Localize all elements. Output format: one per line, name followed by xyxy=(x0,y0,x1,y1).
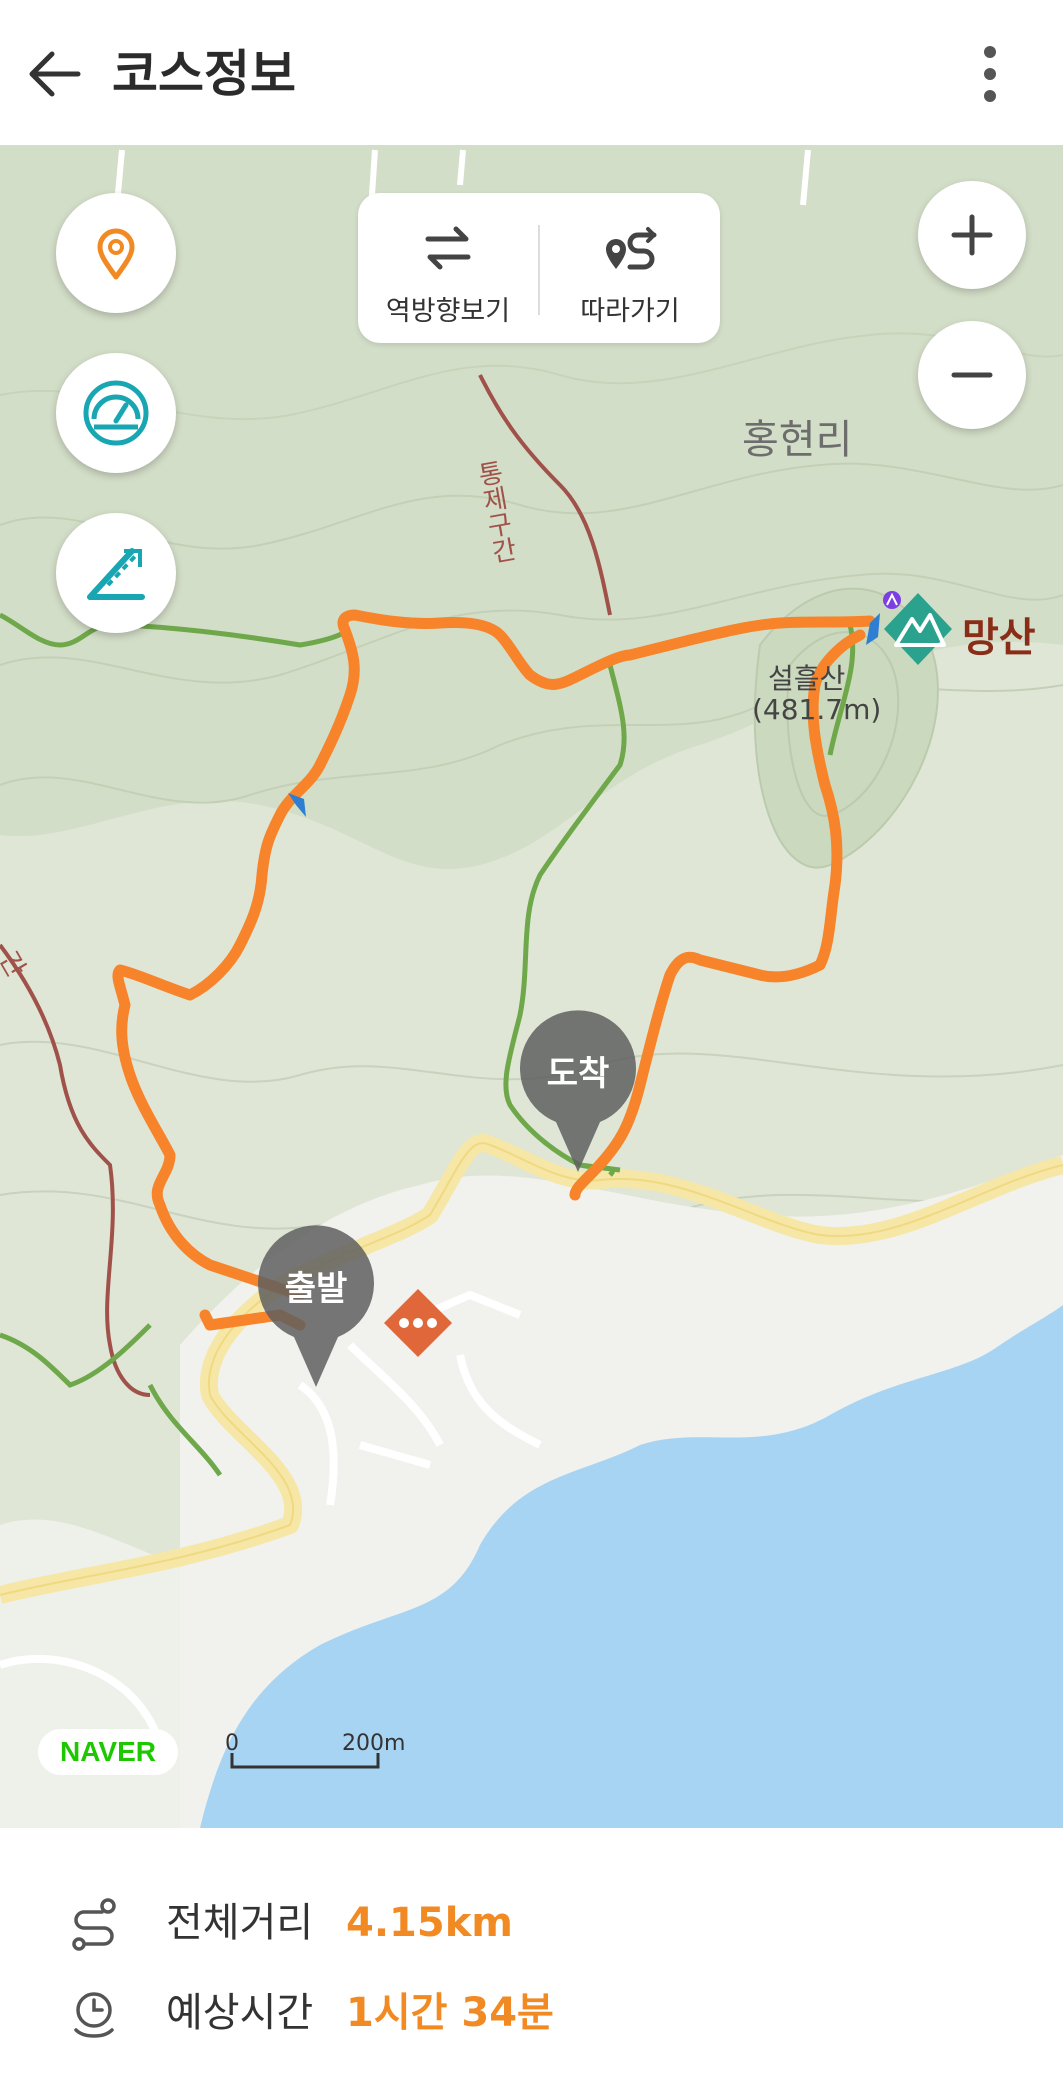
follow-route-label: 따라가기 xyxy=(580,296,680,327)
minus-icon xyxy=(951,372,993,378)
clock-icon xyxy=(74,1992,114,2038)
arrow-left-icon xyxy=(29,51,81,97)
map-scale-bar: 0 200m xyxy=(225,1731,405,1769)
back-button[interactable] xyxy=(22,40,90,108)
start-marker[interactable]: 출발 xyxy=(254,1225,378,1390)
route-distance-icon xyxy=(72,1898,116,1951)
reverse-direction-label: 역방향보기 xyxy=(385,296,511,327)
plus-icon xyxy=(951,214,993,256)
naver-logo: NAVER xyxy=(38,1729,178,1775)
arrival-marker[interactable]: 도착 xyxy=(516,1010,640,1175)
zoom-in-button[interactable] xyxy=(918,181,1026,289)
route-toolbar: 역방향보기 따라가기 xyxy=(358,193,720,343)
speed-button[interactable] xyxy=(56,353,176,473)
arrival-label: 도착 xyxy=(546,1054,610,1094)
page-title: 코스정보 xyxy=(112,45,296,103)
distance-row: 전체거리 4.15km xyxy=(0,1884,1063,1964)
my-location-button[interactable] xyxy=(56,193,176,313)
follow-route-button[interactable]: 따라가기 xyxy=(540,193,720,343)
scale-max-label: 200m xyxy=(342,1731,406,1756)
map-view[interactable]: 홍현리 통제구간 간 설흘산 (481.7m) 망산 도착 출발 역방향보기 따… xyxy=(0,145,1063,1828)
start-label: 출발 xyxy=(284,1269,348,1309)
reverse-direction-button[interactable]: 역방향보기 xyxy=(358,193,538,343)
village-label: 홍현리 xyxy=(742,417,853,463)
distance-value: 4.15km xyxy=(346,1900,513,1946)
app-header: 코스정보 xyxy=(0,0,1063,145)
peak-height-label: (481.7m) xyxy=(752,693,882,726)
slope-icon xyxy=(87,548,145,600)
zoom-out-button[interactable] xyxy=(918,321,1026,429)
more-menu-button[interactable] xyxy=(960,38,1020,110)
scale-zero-label: 0 xyxy=(225,1731,239,1756)
time-row: 예상시간 1시간 34분 xyxy=(0,1974,1063,2054)
peak-name-label: 설흘산 xyxy=(768,662,846,695)
route-follow-icon xyxy=(606,227,657,270)
location-pin-icon xyxy=(97,228,135,280)
swap-arrows-icon xyxy=(425,226,471,270)
elevation-button[interactable] xyxy=(56,513,176,633)
course-info-panel: 전체거리 4.15km 예상시간 1시간 34분 xyxy=(0,1828,1063,2084)
mountain-name-label: 망산 xyxy=(962,615,1036,661)
distance-label: 전체거리 xyxy=(166,1900,314,1946)
more-vertical-icon xyxy=(984,46,996,102)
speedometer-icon xyxy=(83,380,149,446)
time-value: 1시간 34분 xyxy=(346,1990,554,2036)
time-label: 예상시간 xyxy=(166,1990,314,2036)
